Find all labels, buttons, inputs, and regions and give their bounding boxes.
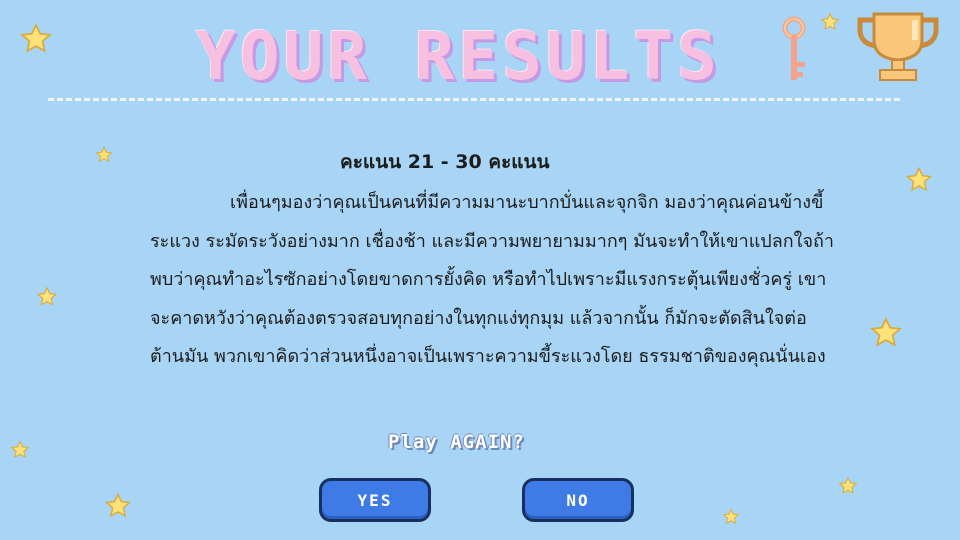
play-again-prompt: Play AGAIN? xyxy=(388,431,525,453)
trophy-icon xyxy=(857,12,939,81)
key-icon xyxy=(782,16,806,80)
star-icon xyxy=(905,166,933,192)
star-icon xyxy=(104,492,132,518)
star-icon xyxy=(820,12,840,30)
dashed-divider xyxy=(48,98,900,101)
star-icon xyxy=(95,146,113,163)
no-button[interactable]: NO xyxy=(522,478,634,522)
star-icon xyxy=(36,286,58,306)
yes-button[interactable]: YES xyxy=(319,478,431,522)
results-title: YOUR RESULTS xyxy=(196,18,721,95)
score-range-heading: คะแนน 21 - 30 คะแนน xyxy=(340,151,550,173)
star-icon xyxy=(20,22,52,53)
no-button-label: NO xyxy=(566,490,590,510)
star-icon xyxy=(838,476,858,494)
star-icon xyxy=(10,440,30,458)
result-description-block: เพื่อนๆมองว่าคุณเป็นคนที่มีความมานะบากบั… xyxy=(150,184,840,377)
result-description: เพื่อนๆมองว่าคุณเป็นคนที่มีความมานะบากบั… xyxy=(150,192,834,367)
star-icon xyxy=(722,508,740,525)
yes-button-label: YES xyxy=(357,490,393,510)
star-icon xyxy=(870,316,902,347)
